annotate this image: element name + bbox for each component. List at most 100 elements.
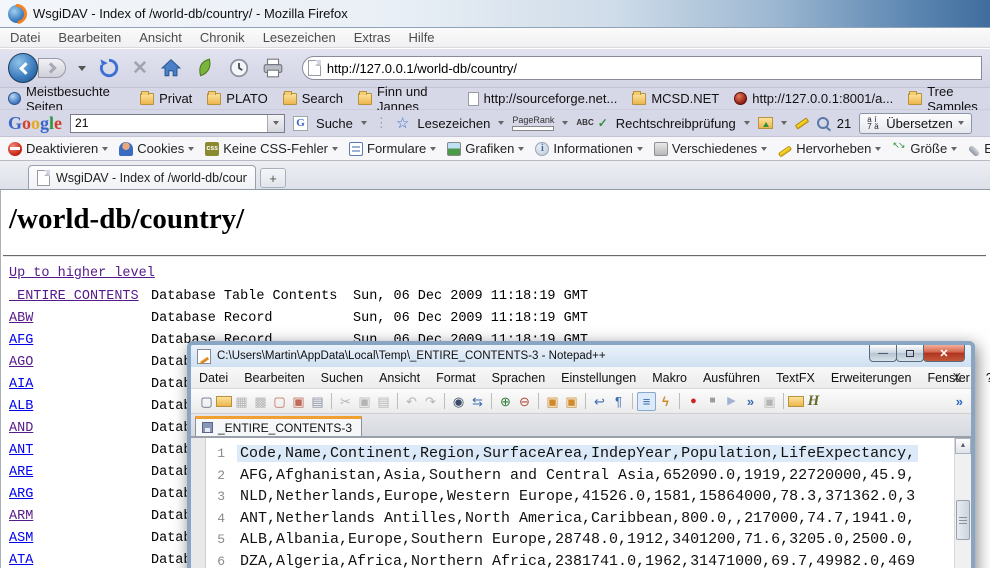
menu-item[interactable]: Suchen	[321, 371, 363, 385]
leaf-extension-icon[interactable]	[194, 57, 216, 79]
search-options-caret[interactable]	[361, 121, 367, 125]
translate-button[interactable]: aí7ä Übersetzen	[859, 113, 971, 134]
menu-item[interactable]: Ansicht	[139, 30, 182, 45]
forward-button[interactable]	[38, 58, 66, 78]
toolbar-icon[interactable]: ▣	[543, 392, 562, 411]
vertical-scrollbar[interactable]: ▲	[954, 438, 971, 568]
menu-item[interactable]: ?	[986, 371, 990, 385]
menu-item[interactable]: Format	[436, 371, 476, 385]
toolbar-icon[interactable]	[538, 393, 539, 409]
toolbar-icon[interactable]	[397, 393, 398, 409]
entry-link[interactable]: ALB	[9, 399, 33, 414]
pagerank-caret[interactable]	[562, 121, 568, 125]
url-input[interactable]	[327, 61, 981, 76]
toolbar-icon[interactable]: ¶	[609, 392, 628, 411]
menu-item[interactable]: Einstellungen	[561, 371, 636, 385]
toolbar-icon[interactable]	[632, 393, 633, 409]
google-search-button[interactable]: Suche	[316, 116, 353, 131]
editor-area[interactable]: 1 Code,Name,Continent,Region,SurfaceArea…	[191, 437, 971, 568]
bookmark-item[interactable]: http://127.0.0.1:8001/a...	[734, 91, 893, 106]
toolbar-icon[interactable]: ●	[684, 392, 703, 411]
bookmark-item[interactable]: Privat	[140, 91, 192, 106]
entry-link[interactable]: ARE	[9, 465, 33, 480]
toolbar-icon[interactable]: ■	[703, 392, 722, 411]
toolbar-icon[interactable]: ▣	[289, 392, 308, 411]
menu-item[interactable]: Hilfe	[409, 30, 435, 45]
menu-item[interactable]: Bearbeiten	[244, 371, 304, 385]
devbar-item[interactable]: Verschiedenes	[654, 141, 767, 156]
entry-link[interactable]: AFG	[9, 333, 33, 348]
toolbar-icon[interactable]: ▤	[374, 392, 393, 411]
devbar-item[interactable]: Keine CSS-Fehler	[205, 141, 338, 156]
toolbar-icon[interactable]	[216, 396, 232, 407]
toolbar-icon[interactable]: ▩	[251, 392, 270, 411]
bookmark-item[interactable]: Tree Samples	[908, 84, 990, 114]
bookmarks-caret[interactable]	[498, 121, 504, 125]
toolbar-icon[interactable]: ▢	[270, 392, 289, 411]
toolbar-icon[interactable]: ⊕	[496, 392, 515, 411]
bookmark-item[interactable]: Finn und Jannes	[358, 84, 453, 114]
url-bar[interactable]	[302, 56, 982, 80]
notepad-titlebar[interactable]: C:\Users\Martin\AppData\Local\Temp\_ENTI…	[191, 345, 971, 367]
devbar-item[interactable]: Hervorheben	[778, 141, 881, 156]
toolbar-icon[interactable]: ↷	[421, 392, 440, 411]
close-button[interactable]: ✕	[923, 345, 965, 362]
menu-item[interactable]: Ausführen	[703, 371, 760, 385]
bookmark-item[interactable]: Meistbesuchte Seiten	[8, 84, 125, 114]
google-bookmarks-button[interactable]: Lesezeichen	[417, 116, 490, 131]
entry-link[interactable]: ABW	[9, 311, 33, 326]
toolbar-icon[interactable]	[444, 393, 445, 409]
scrollbar-thumb[interactable]	[956, 500, 970, 540]
toolbar-icon[interactable]: ▶	[722, 392, 741, 411]
devbar-item[interactable]: Grafiken	[447, 141, 524, 156]
history-clock-icon[interactable]	[228, 57, 250, 79]
print-icon[interactable]	[262, 57, 284, 79]
devbar-item[interactable]: Größe	[892, 141, 957, 156]
toolbar-overflow-icon[interactable]: »	[956, 394, 963, 409]
back-button[interactable]	[8, 53, 38, 83]
spellcheck-caret[interactable]	[744, 121, 750, 125]
devbar-item[interactable]: Extras	[968, 141, 990, 156]
toolbar-icon[interactable]: H	[804, 392, 823, 411]
toolbar-icon[interactable]: ⇆	[468, 392, 487, 411]
firefox-titlebar[interactable]: WsgiDAV - Index of /world-db/country/ - …	[0, 0, 990, 28]
menu-item[interactable]: Makro	[652, 371, 687, 385]
menu-item[interactable]: Ansicht	[379, 371, 420, 385]
highlighter-icon[interactable]	[795, 117, 809, 129]
reload-icon[interactable]	[98, 57, 120, 79]
toolbar-icon[interactable]	[585, 393, 586, 409]
search-history-dropdown[interactable]	[267, 115, 284, 132]
toolbar-icon[interactable]: ◉	[449, 392, 468, 411]
toolbar-icon[interactable]	[491, 393, 492, 409]
home-icon[interactable]	[160, 57, 182, 79]
toolbar-icon[interactable]: ✂	[336, 392, 355, 411]
menu-item[interactable]: Fenster	[927, 371, 969, 385]
devbar-item[interactable]: Informationen	[535, 141, 643, 156]
up-to-higher-level-link[interactable]: Up to higher level	[9, 266, 155, 281]
word-find-magnifier-icon[interactable]	[817, 117, 829, 129]
send-to-folder-icon[interactable]	[758, 117, 773, 129]
devbar-item[interactable]: Deaktivieren	[8, 141, 108, 156]
new-tab-button[interactable]: +	[260, 168, 286, 188]
devbar-item[interactable]: Formulare	[349, 141, 436, 156]
toolbar-icon[interactable]: ϟ	[656, 392, 675, 411]
google-search-input[interactable]	[71, 116, 267, 130]
menu-item[interactable]: Chronik	[200, 30, 245, 45]
entry-link[interactable]: AND	[9, 421, 33, 436]
toolbar-icon[interactable]: ▣	[355, 392, 374, 411]
bookmark-item[interactable]: MCSD.NET	[632, 91, 719, 106]
menu-item[interactable]: Datei	[199, 371, 228, 385]
spellcheck-button[interactable]: Rechtschreibprüfung	[616, 116, 736, 131]
menu-item[interactable]: Extras	[354, 30, 391, 45]
history-dropdown-caret[interactable]	[78, 66, 86, 71]
toolbar-icon[interactable]: ▦	[232, 392, 251, 411]
toolbar-icon[interactable]: »	[741, 392, 760, 411]
scroll-up-button[interactable]: ▲	[955, 438, 971, 454]
toolbar-icon[interactable]	[788, 396, 804, 407]
entry-link[interactable]: AIA	[9, 377, 33, 392]
toolbar-icon[interactable]	[679, 393, 680, 409]
toolbar-icon[interactable]: ⊖	[515, 392, 534, 411]
menu-item[interactable]: Bearbeiten	[58, 30, 121, 45]
toolbar-icon[interactable]: ≡	[637, 392, 656, 411]
devbar-item[interactable]: Cookies	[119, 141, 194, 156]
